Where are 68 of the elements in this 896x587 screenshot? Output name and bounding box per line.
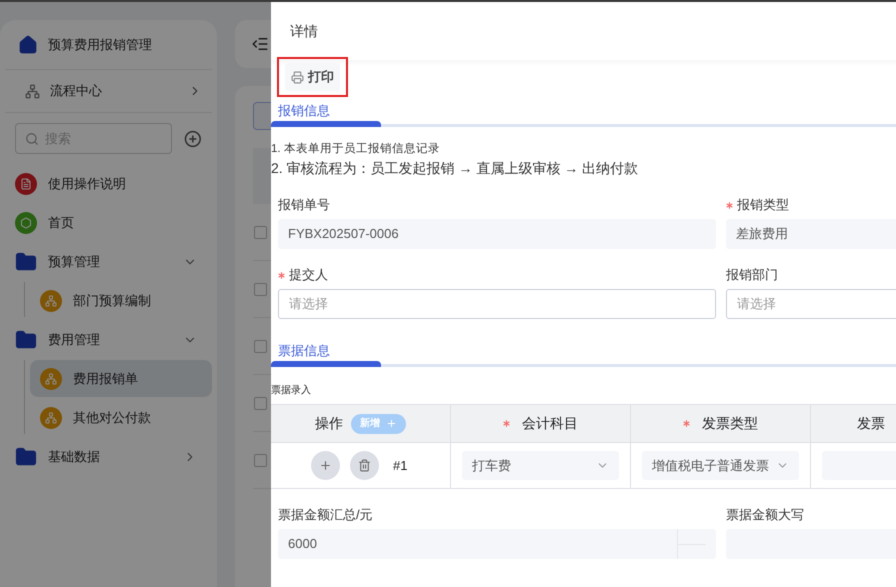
section-title: 票据信息 (277, 342, 331, 359)
document-icon (15, 172, 37, 194)
sidebar-item-label: 基础数据 (48, 448, 101, 466)
sidebar-item[interactable]: 使用操作说明 (14, 165, 203, 202)
field-label: 票据金额大写 (726, 506, 804, 524)
sidebar-item-label: 费用报销单 (73, 370, 139, 388)
add-button[interactable] (311, 451, 340, 480)
note-text: 1. 本表单用于员工报销信息记录 (271, 142, 441, 157)
field-value: FYBX202507-0006 (288, 225, 400, 244)
sitemap-icon (40, 290, 62, 312)
field-label: 报销部门 (726, 266, 778, 284)
sitemap-icon (40, 368, 62, 390)
home-icon (18, 34, 38, 54)
printer-icon (291, 70, 304, 84)
folder-icon (15, 250, 37, 272)
row-number: #1 (393, 456, 408, 475)
field-value: 差旅费用 (736, 225, 789, 244)
note-text: 2. 审核流程为：员工发起报销 → 直属上级审核 → 出纳付款 (271, 159, 640, 178)
sitemap-icon (25, 84, 40, 98)
field-placeholder: 请选择 (737, 295, 777, 314)
field-label: 提交人 (289, 266, 328, 284)
field-value: 6000 (288, 535, 318, 554)
section-title: 报销信息 (277, 102, 331, 119)
select-field[interactable]: 增值税电子普通发票 (642, 451, 799, 480)
row-checkbox[interactable] (254, 454, 267, 466)
select-field[interactable]: 打车费 (462, 451, 619, 480)
field-label: 报销单号 (278, 196, 330, 214)
sidebar-item[interactable]: 首页 (14, 204, 203, 241)
sidebar-item-label: 预算管理 (48, 252, 101, 271)
sidebar-item-label: 使用操作说明 (48, 174, 127, 193)
sidebar-item-label: 首页 (48, 214, 75, 232)
sidebar-item-label: 其他对公付款 (73, 408, 152, 427)
input-field[interactable]: 请选择 (278, 289, 716, 319)
input-field[interactable]: 请选择 (726, 289, 896, 319)
plus-icon (319, 459, 332, 472)
sidebar-item[interactable]: 预算管理 (14, 243, 203, 280)
sidebar-item[interactable]: 基础数据 (14, 438, 203, 475)
field-label: 报销类型 (737, 196, 789, 214)
menu-fold-icon[interactable] (251, 35, 269, 53)
row-checkbox[interactable] (254, 340, 267, 352)
search-icon (25, 132, 39, 146)
flow-center-item[interactable]: 流程中心 (5, 70, 212, 113)
drawer-title: 详情 (290, 22, 318, 40)
delete-button[interactable] (350, 451, 379, 480)
field-placeholder: 请选择 (289, 295, 329, 314)
row-checkbox[interactable] (254, 226, 267, 238)
app-title: 预算费用报销管理 (48, 36, 152, 54)
subsection-label: 票据录入 (271, 384, 312, 398)
sidebar-item[interactable]: 部门预算编制 (30, 282, 212, 319)
sidebar-item[interactable]: 其他对公付款 (30, 399, 212, 436)
trash-icon (358, 459, 371, 472)
add-icon[interactable] (184, 130, 202, 148)
folder-icon (15, 328, 37, 350)
row-checkbox[interactable] (254, 396, 267, 410)
sidebar-item[interactable]: 费用管理 (14, 321, 203, 358)
field-label: 票据金额汇总/元 (278, 506, 373, 524)
column-header: 发票 (857, 414, 885, 433)
sidebar-item-label: 部门预算编制 (73, 292, 152, 310)
sidebar-item[interactable]: 费用报销单 (30, 360, 212, 397)
sitemap-icon (40, 406, 62, 428)
row-checkbox[interactable] (254, 282, 267, 296)
column-header: 发票类型 (702, 414, 758, 433)
column-header: 操作 (315, 414, 343, 433)
sidebar-item-label: 费用管理 (48, 330, 101, 349)
folder-icon (15, 446, 37, 468)
column-header: 会计科目 (522, 414, 578, 433)
plus-icon (386, 418, 397, 429)
print-button[interactable]: 打印 (285, 63, 340, 91)
